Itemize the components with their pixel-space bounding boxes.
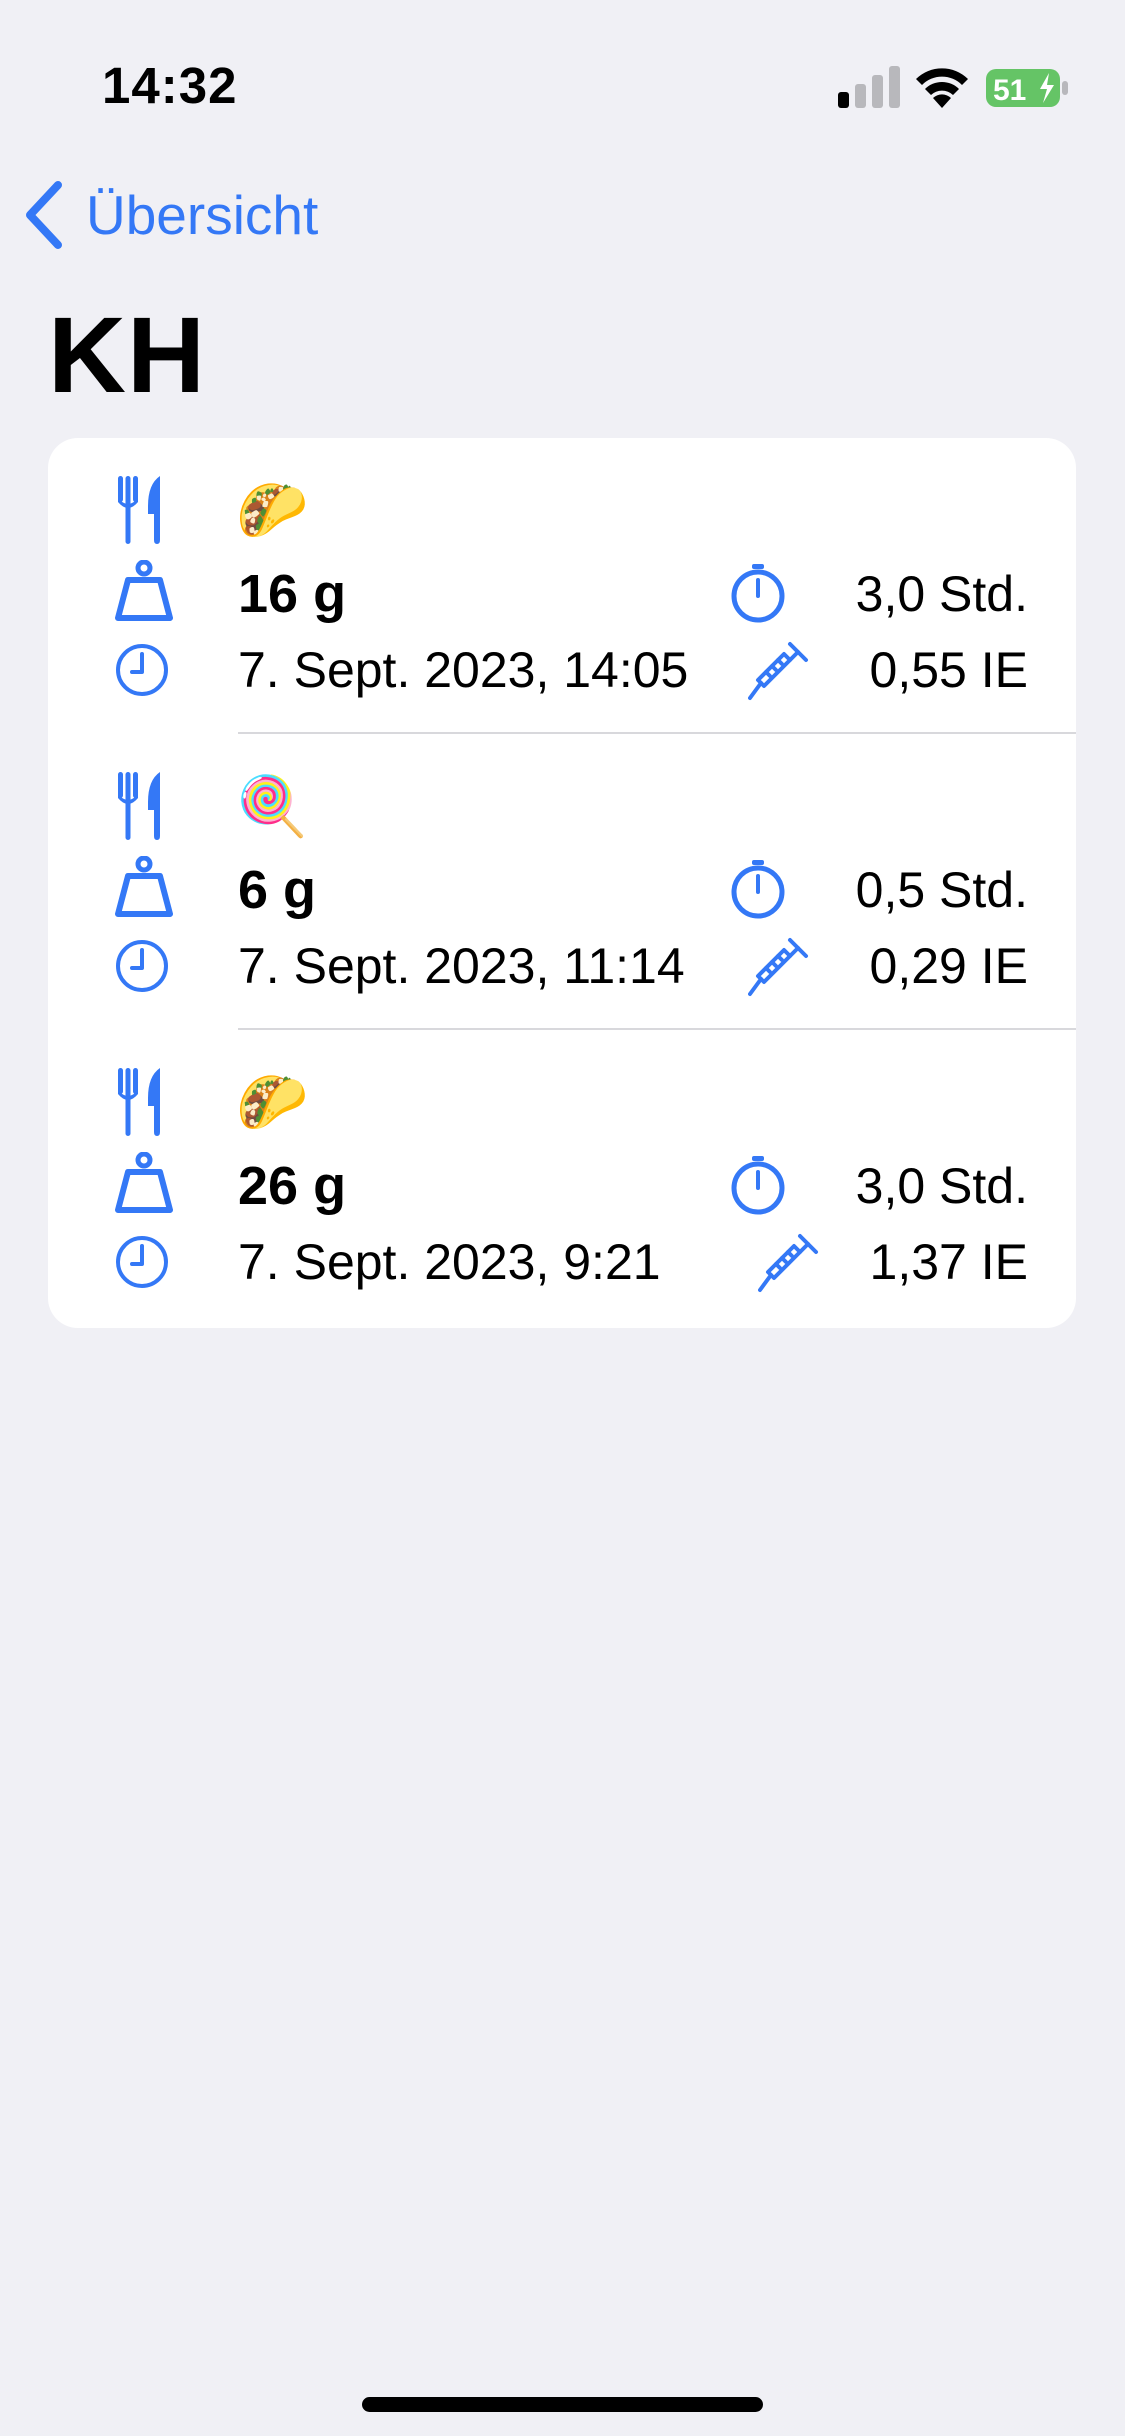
clock-icon (116, 940, 168, 992)
battery-icon: 51 (986, 69, 1068, 107)
entry-datetime: 7. Sept. 2023, 11:14 (238, 938, 685, 994)
timer-icon (731, 564, 785, 623)
back-button-label: Übersicht (86, 184, 319, 246)
page-title: KH (48, 294, 206, 415)
back-button[interactable]: Übersicht (24, 170, 318, 260)
weight-icon (115, 560, 173, 621)
entry-datetime: 7. Sept. 2023, 9:21 (238, 1234, 661, 1290)
food-emoji: 🍭 (236, 774, 309, 839)
timer-icon (731, 860, 785, 919)
insulin-dose: 0,29 IE (869, 938, 1028, 994)
carb-amount: 26 g (238, 1156, 347, 1216)
entry-datetime: 7. Sept. 2023, 14:05 (238, 642, 689, 698)
absorption-duration: 0,5 Std. (855, 862, 1028, 918)
insulin-dose: 0,55 IE (869, 642, 1028, 698)
fork-knife-icon (118, 476, 160, 544)
list-item[interactable]: 🌮 16 g 3,0 Std. 7. Sept. 2023, 14:05 0,5… (48, 438, 1076, 734)
syringe-icon (758, 1234, 818, 1292)
cellular-signal-icon (838, 66, 900, 108)
clock-icon (116, 644, 168, 696)
fork-knife-icon (118, 772, 160, 840)
battery-level: 51 (993, 74, 1026, 107)
food-emoji: 🌮 (236, 478, 309, 543)
food-emoji: 🌮 (236, 1070, 309, 1135)
status-time: 14:32 (102, 57, 238, 114)
syringe-icon (748, 938, 808, 996)
absorption-duration: 3,0 Std. (855, 566, 1028, 622)
insulin-dose: 1,37 IE (869, 1234, 1028, 1290)
clock-icon (116, 1236, 168, 1288)
status-bar: 14:32 51 (0, 0, 1125, 150)
home-indicator[interactable] (362, 2397, 763, 2412)
carb-amount: 16 g (238, 564, 347, 624)
weight-icon (115, 856, 173, 917)
carb-amount: 6 g (238, 860, 317, 920)
timer-icon (731, 1156, 785, 1215)
wifi-icon (916, 68, 968, 108)
weight-icon (115, 1152, 173, 1213)
chevron-left-icon (26, 181, 62, 249)
entries-list: 🌮 16 g 3,0 Std. 7. Sept. 2023, 14:05 0,5… (48, 438, 1076, 1328)
list-item[interactable]: 🌮 26 g 3,0 Std. 7. Sept. 2023, 9:21 1,37… (48, 1030, 1076, 1326)
syringe-icon (748, 642, 808, 700)
absorption-duration: 3,0 Std. (855, 1158, 1028, 1214)
fork-knife-icon (118, 1068, 160, 1136)
list-item[interactable]: 🍭 6 g 0,5 Std. 7. Sept. 2023, 11:14 0,29… (48, 734, 1076, 1030)
